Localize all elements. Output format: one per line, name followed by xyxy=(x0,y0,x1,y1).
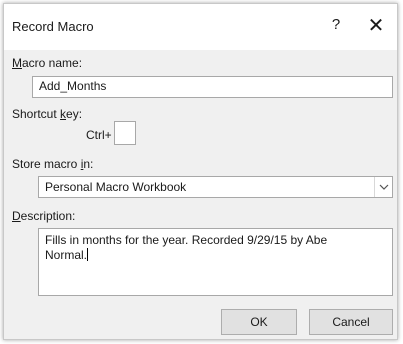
chevron-down-icon[interactable] xyxy=(374,177,392,197)
ok-button[interactable]: OK xyxy=(221,309,297,335)
record-macro-dialog: Record Macro ? ✕ Macro name: Add_Months … xyxy=(3,3,398,340)
ctrl-label: Ctrl+ xyxy=(86,128,112,142)
close-icon[interactable]: ✕ xyxy=(364,13,388,38)
macro-name-value: Add_Months xyxy=(39,79,107,93)
macro-name-label: Macro name: xyxy=(12,56,82,70)
shortcut-key-label-post: ey: xyxy=(66,107,83,121)
store-macro-in-label: Store macro in: xyxy=(12,157,93,171)
store-macro-select[interactable]: Personal Macro Workbook xyxy=(38,176,393,198)
macro-name-label-text: acro name: xyxy=(22,56,83,70)
dialog-title: Record Macro xyxy=(12,19,94,34)
shortcut-key-label-pre: Shortcut xyxy=(12,107,61,121)
shortcut-key-input[interactable] xyxy=(114,121,136,145)
store-macro-label-pre: Store macro xyxy=(12,157,81,171)
description-label: Description: xyxy=(12,209,75,223)
description-label-text: escription: xyxy=(20,209,76,223)
cancel-button[interactable]: Cancel xyxy=(309,309,393,335)
text-caret xyxy=(87,248,89,261)
shortcut-key-label: Shortcut key: xyxy=(12,107,82,121)
store-macro-selected-value: Personal Macro Workbook xyxy=(45,180,187,194)
description-label-accesskey: D xyxy=(12,209,21,223)
macro-name-input[interactable]: Add_Months xyxy=(32,76,393,98)
title-bar: Record Macro ? ✕ xyxy=(4,4,397,50)
macro-name-label-accesskey: M xyxy=(12,56,22,70)
store-macro-label-post: n: xyxy=(83,157,94,171)
help-button[interactable]: ? xyxy=(326,16,346,33)
description-textarea[interactable]: Fills in months for the year. Recorded 9… xyxy=(38,228,393,296)
